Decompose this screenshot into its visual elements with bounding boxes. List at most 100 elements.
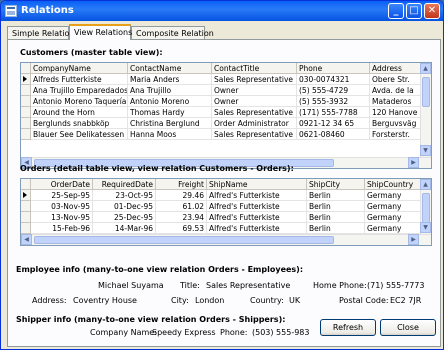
- orders-vertical-scrollbar[interactable]: ▲ ▼: [420, 179, 431, 234]
- orders-column-header[interactable]: RequiredDate: [93, 179, 156, 190]
- customers-cell[interactable]: 030-0074321: [297, 74, 370, 85]
- customers-column-header[interactable]: CompanyName: [31, 63, 128, 74]
- orders-row-header[interactable]: [21, 212, 31, 223]
- orders-column-header[interactable]: ShipCity: [307, 179, 365, 190]
- tab-simple-relations[interactable]: Simple Relations: [7, 26, 79, 40]
- customers-column-header[interactable]: Address: [370, 63, 422, 74]
- customers-cell[interactable]: Antonio Moreno Taquería: [31, 96, 128, 107]
- customers-cell[interactable]: (5) 555-4729: [297, 85, 370, 96]
- orders-cell[interactable]: Germany: [365, 190, 421, 201]
- customers-cell[interactable]: Mataderos: [370, 96, 422, 107]
- customers-row-header[interactable]: [21, 118, 31, 129]
- orders-grid[interactable]: OrderDate RequiredDate Freight ShipName Ship…: [20, 178, 432, 246]
- orders-cell[interactable]: Berlin: [307, 223, 365, 234]
- customers-row-header[interactable]: [21, 74, 31, 85]
- maximize-button[interactable]: □: [406, 3, 422, 19]
- customers-cell[interactable]: Thomas Hardy: [128, 107, 212, 118]
- orders-column-header[interactable]: ShipCountry: [365, 179, 421, 190]
- customers-cell[interactable]: Order Administrator: [212, 118, 297, 129]
- customers-cell[interactable]: 120 Hanove: [370, 107, 422, 118]
- customers-cell[interactable]: Owner: [212, 96, 297, 107]
- orders-cell[interactable]: 25-Dec-95: [93, 212, 156, 223]
- orders-row-header[interactable]: [21, 223, 31, 234]
- customers-cell[interactable]: Sales Representative: [212, 74, 297, 85]
- orders-cell[interactable]: 61.02: [156, 201, 207, 212]
- orders-cell[interactable]: Alfred's Futterkiste: [207, 212, 307, 223]
- customers-cell[interactable]: Berglunds snabbköp: [31, 118, 128, 129]
- customers-row-header[interactable]: [21, 129, 31, 140]
- customers-cell[interactable]: Sales Representative: [212, 107, 297, 118]
- orders-cell[interactable]: Germany: [365, 212, 421, 223]
- customers-row-header[interactable]: [21, 107, 31, 118]
- orders-column-header[interactable]: OrderDate: [31, 179, 93, 190]
- customers-cell[interactable]: Ana Trujillo: [128, 85, 212, 96]
- scroll-down-icon[interactable]: ▼: [420, 222, 431, 233]
- orders-cell[interactable]: 14-Mar-96: [93, 223, 156, 234]
- customers-cell[interactable]: Sales Representative: [212, 129, 297, 140]
- scroll-up-icon[interactable]: ▲: [420, 63, 431, 74]
- orders-cell[interactable]: 01-Dec-95: [93, 201, 156, 212]
- close-button[interactable]: Close: [380, 319, 436, 336]
- title-bar[interactable]: Relations _ □ ✕: [1, 1, 443, 21]
- customers-grid[interactable]: CompanyName ContactName ContactTitle Phone A…: [20, 62, 432, 169]
- orders-column-header[interactable]: Freight: [156, 179, 207, 190]
- customers-row-header[interactable]: [21, 96, 31, 107]
- minimize-button[interactable]: _: [388, 3, 404, 19]
- customers-label: Customers (master table view):: [20, 48, 163, 57]
- customers-cell[interactable]: Maria Anders: [128, 74, 212, 85]
- orders-cell[interactable]: 23.94: [156, 212, 207, 223]
- tab-composite-relation[interactable]: Composite Relation: [131, 26, 214, 40]
- orders-horizontal-scrollbar[interactable]: ◀ ▶: [21, 234, 431, 245]
- customers-cell[interactable]: Avda. de la: [370, 85, 422, 96]
- customers-column-header[interactable]: ContactTitle: [212, 63, 297, 74]
- orders-cell[interactable]: 03-Nov-95: [31, 201, 93, 212]
- orders-column-header[interactable]: ShipName: [207, 179, 307, 190]
- scroll-up-icon[interactable]: ▲: [420, 179, 431, 190]
- orders-cell[interactable]: 15-Feb-96: [31, 223, 93, 234]
- orders-row-header[interactable]: [21, 201, 31, 212]
- orders-cell[interactable]: 13-Nov-95: [31, 212, 93, 223]
- customers-column-header[interactable]: Phone: [297, 63, 370, 74]
- refresh-button[interactable]: Refresh: [320, 319, 376, 336]
- orders-row-header[interactable]: [21, 190, 31, 201]
- tab-view-relations[interactable]: View Relations: [69, 24, 132, 40]
- orders-cell[interactable]: Berlin: [307, 201, 365, 212]
- customers-cell[interactable]: Ana Trujillo Emparedados y: [31, 85, 128, 96]
- orders-cell[interactable]: 29.46: [156, 190, 207, 201]
- orders-cell[interactable]: 25-Sep-95: [31, 190, 93, 201]
- orders-cell[interactable]: Alfred's Futterkiste: [207, 201, 307, 212]
- customers-cell[interactable]: Obere Str.: [370, 74, 422, 85]
- orders-cell[interactable]: Germany: [365, 201, 421, 212]
- scroll-thumb[interactable]: [34, 236, 334, 244]
- scroll-down-icon[interactable]: ▼: [420, 145, 431, 156]
- customers-cell[interactable]: 0921-12 34 65: [297, 118, 370, 129]
- scroll-thumb[interactable]: [422, 193, 430, 223]
- close-window-button[interactable]: ✕: [424, 3, 440, 19]
- customers-cell[interactable]: Owner: [212, 85, 297, 96]
- customers-cell[interactable]: Forsterstr.: [370, 129, 422, 140]
- orders-cell[interactable]: Alfred's Futterkiste: [207, 223, 307, 234]
- customers-cell[interactable]: Alfreds Futterkiste: [31, 74, 128, 85]
- customers-cell[interactable]: Around the Horn: [31, 107, 128, 118]
- customers-cell[interactable]: (171) 555-7788: [297, 107, 370, 118]
- scroll-thumb[interactable]: [422, 77, 430, 107]
- orders-cell[interactable]: Germany: [365, 223, 421, 234]
- scroll-right-icon[interactable]: ▶: [408, 234, 419, 245]
- orders-cell[interactable]: Berlin: [307, 190, 365, 201]
- customers-cell[interactable]: Antonio Moreno: [128, 96, 212, 107]
- customers-cell[interactable]: Blauer See Delikatessen: [31, 129, 128, 140]
- orders-cell[interactable]: 23-Oct-95: [93, 190, 156, 201]
- customers-cell[interactable]: Christina Berglund: [128, 118, 212, 129]
- customers-cell[interactable]: 0621-08460: [297, 129, 370, 140]
- customers-vertical-scrollbar[interactable]: ▲ ▼: [420, 63, 431, 157]
- scroll-left-icon[interactable]: ◀: [21, 234, 32, 245]
- customers-cell[interactable]: Hanna Moos: [128, 129, 212, 140]
- orders-cell[interactable]: 69.53: [156, 223, 207, 234]
- customers-column-header[interactable]: ContactName: [128, 63, 212, 74]
- customers-cell[interactable]: (5) 555-3932: [297, 96, 370, 107]
- orders-cell[interactable]: Berlin: [307, 212, 365, 223]
- customers-cell[interactable]: Berguvsväg: [370, 118, 422, 129]
- customers-row-header[interactable]: [21, 85, 31, 96]
- scroll-right-icon[interactable]: ▶: [408, 157, 419, 168]
- orders-cell[interactable]: Alfred's Futterkiste: [207, 190, 307, 201]
